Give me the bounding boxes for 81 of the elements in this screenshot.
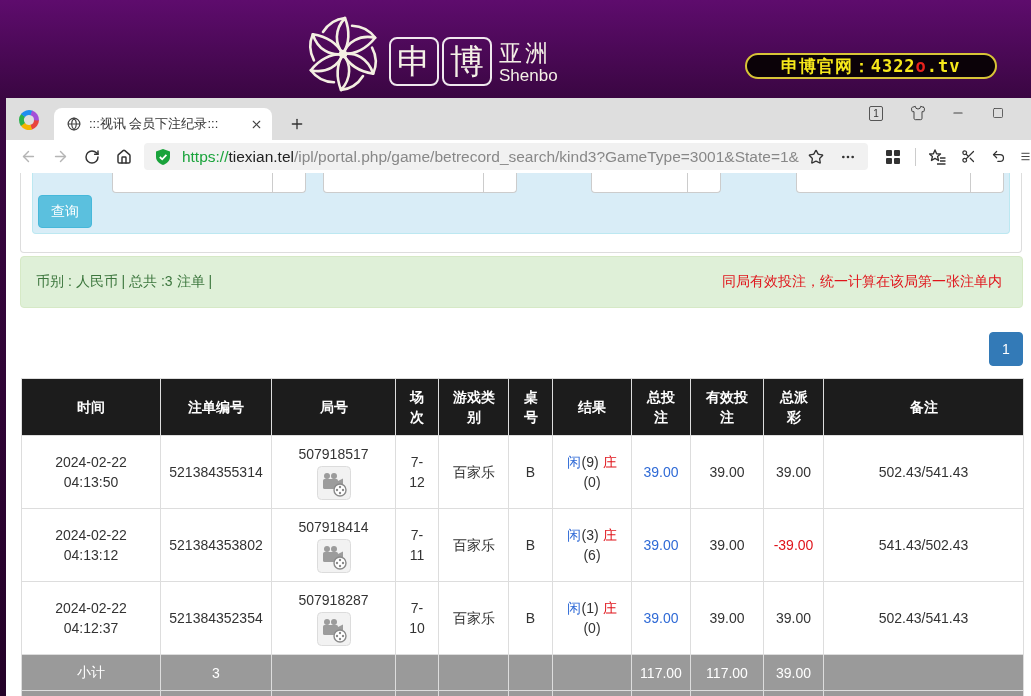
scissors-icon[interactable] (961, 149, 977, 164)
star-icon[interactable] (808, 148, 825, 165)
table-cell: 39.00 (631, 581, 691, 655)
table-cell: 521384355314 (160, 435, 272, 509)
table-cell: 百家乐 (438, 581, 509, 655)
column-header: 总投注 (631, 378, 691, 436)
table-cell: 3 (160, 654, 272, 691)
table-cell: 闲(1) 庄 (0) (552, 581, 632, 655)
table-cell: B (508, 581, 553, 655)
new-tab-icon[interactable] (289, 116, 305, 132)
home-icon[interactable] (115, 148, 132, 165)
column-header: 桌号 (508, 378, 553, 436)
table-cell: 2024-02-22 04:12:37 (21, 581, 161, 655)
logo-character: 申 (389, 37, 439, 86)
table-cell: 7-11 (395, 508, 439, 582)
table-cell: 502.43/541.43 (823, 581, 1024, 655)
brand-subtitle: Shenbo (499, 66, 558, 86)
table-cell: 521384353802 (160, 508, 272, 582)
video-camera-icon[interactable] (316, 466, 351, 500)
shield-check-icon (155, 148, 170, 165)
summary-text: 币别 : 人民币 | 总共 :3 注单 | (36, 273, 213, 291)
browser-logo-icon[interactable] (18, 109, 40, 131)
table-cell: 39.00 (690, 435, 764, 509)
table-cell: 39.00 (763, 581, 824, 655)
grid-icon[interactable] (886, 149, 901, 164)
table-cell: 2024-02-22 04:13:12 (21, 508, 161, 582)
table-cell: 闲(3) 庄 (6) (552, 508, 632, 582)
table-cell: 39.00 (631, 435, 691, 509)
column-header: 游戏类别 (438, 378, 509, 436)
round-number: 507918414 (298, 518, 369, 537)
table-cell: 117.00 (690, 654, 764, 691)
column-header: 注单编号 (160, 378, 272, 436)
table-cell: B (508, 435, 553, 509)
column-header: 局号 (271, 378, 396, 436)
table-cell: -39.00 (763, 508, 824, 582)
round-number: 507918287 (298, 591, 369, 610)
globe-icon (67, 117, 81, 131)
table-cell: 39.00 (631, 508, 691, 582)
maximize-icon[interactable] (992, 107, 1004, 119)
table-cell: B (508, 508, 553, 582)
address-field[interactable]: https://tiexian.tel/ipl/portal.php/game/betrecord_search/kind3?GameType=3001&State=1& (143, 143, 869, 170)
table-cell: 百家乐 (438, 508, 509, 582)
table-cell: 502.43/541.43 (823, 435, 1024, 509)
video-camera-icon[interactable] (316, 612, 351, 646)
menu-icon[interactable] (1020, 151, 1031, 162)
column-header: 备注 (823, 378, 1024, 436)
table-cell: 39.00 (763, 435, 824, 509)
reload-icon[interactable] (83, 148, 100, 165)
browser-tab[interactable]: :::视讯 会员下注纪录::: (54, 108, 272, 140)
table-cell: 521384352354 (160, 581, 272, 655)
table-cell: 541.43/502.43 (823, 508, 1024, 582)
table-cell: 2024-02-22 04:13:50 (21, 435, 161, 509)
shirt-icon[interactable] (910, 105, 926, 121)
round-number: 507918517 (298, 445, 369, 464)
star-list-icon[interactable] (929, 148, 947, 165)
column-header: 有效投注 (690, 378, 764, 436)
table-cell: 39.00 (763, 654, 824, 691)
column-header: 时间 (21, 378, 161, 436)
video-camera-icon[interactable] (316, 539, 351, 573)
input-field[interactable] (591, 173, 721, 193)
logo-character: 博 (442, 37, 492, 86)
input-field[interactable] (796, 173, 1004, 193)
column-header: 总派彩 (763, 378, 824, 436)
table-cell: 百家乐 (438, 435, 509, 509)
brand-name: 亚洲 (499, 40, 552, 66)
table-cell: 117.00 (631, 654, 691, 691)
column-header: 结果 (552, 378, 632, 436)
input-field[interactable] (112, 173, 306, 193)
site-address-badge: 申博官网：4322o.tv (744, 53, 997, 79)
input-field[interactable] (323, 173, 517, 193)
undo-icon[interactable] (991, 149, 1007, 164)
notice-text: 同局有效投注，统一计算在该局第一张注单内 (722, 273, 1002, 291)
page-button[interactable]: 1 (989, 332, 1023, 366)
table-cell: 小计 (21, 654, 161, 691)
column-header: 场次 (395, 378, 439, 436)
table-cell: 39.00 (690, 581, 764, 655)
table-cell: 7-10 (395, 581, 439, 655)
table-cell: 39.00 (690, 508, 764, 582)
table-cell: 7-12 (395, 435, 439, 509)
tab-count-button[interactable]: 1 (869, 105, 883, 121)
table-cell: 闲(9) 庄 (0) (552, 435, 632, 509)
